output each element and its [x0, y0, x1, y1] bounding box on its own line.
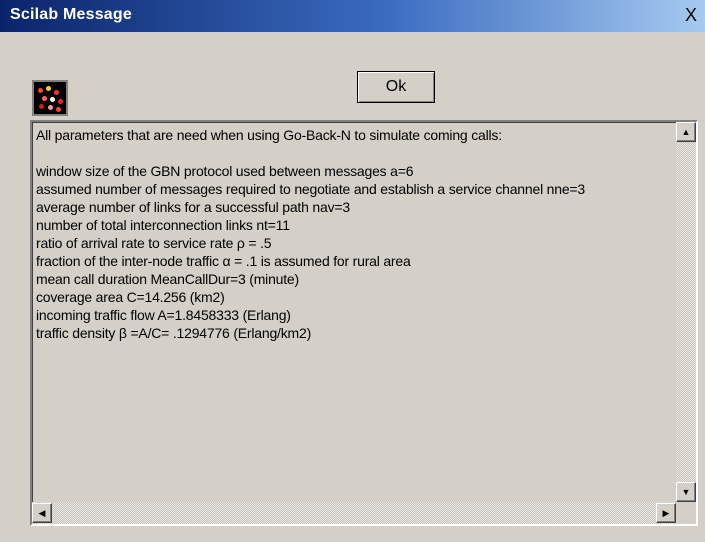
ok-button[interactable]: Ok — [357, 71, 435, 103]
horizontal-scrollbar[interactable]: ◀ ▶ — [32, 502, 676, 524]
title-bar[interactable]: Scilab Message X — [0, 0, 705, 32]
message-line: number of total interconnection links nt… — [36, 217, 290, 233]
message-text-area[interactable]: All parameters that are need when using … — [30, 120, 698, 526]
message-line: All parameters that are need when using … — [36, 127, 502, 143]
arrow-up-icon[interactable]: ▲ — [676, 122, 696, 142]
message-line: average number of links for a successful… — [36, 199, 350, 215]
message-line: window size of the GBN protocol used bet… — [36, 163, 414, 179]
message-line: ratio of arrival rate to service rate ρ … — [36, 235, 272, 251]
message-line: coverage area C=14.256 (km2) — [36, 289, 225, 305]
message-line: incoming traffic flow A=1.8458333 (Erlan… — [36, 307, 291, 323]
arrow-left-icon[interactable]: ◀ — [32, 503, 52, 523]
message-line: fraction of the inter-node traffic α = .… — [36, 253, 411, 269]
close-icon[interactable]: X — [683, 6, 699, 24]
window-title: Scilab Message — [10, 6, 132, 23]
scrollbar-corner — [676, 502, 696, 524]
scilab-logo-icon — [32, 80, 68, 116]
arrow-down-icon[interactable]: ▼ — [676, 482, 696, 502]
message-text: All parameters that are need when using … — [36, 126, 676, 502]
arrow-right-icon[interactable]: ▶ — [656, 503, 676, 523]
message-line — [36, 144, 676, 162]
scilab-message-dialog: Scilab Message X Ok All parameters that … — [0, 0, 705, 542]
message-line: assumed number of messages required to n… — [36, 181, 585, 197]
vertical-scrollbar[interactable]: ▲ ▼ — [676, 122, 696, 502]
message-line: traffic density β =A/C= .1294776 (Erlang… — [36, 325, 312, 341]
message-line: mean call duration MeanCallDur=3 (minute… — [36, 271, 299, 287]
